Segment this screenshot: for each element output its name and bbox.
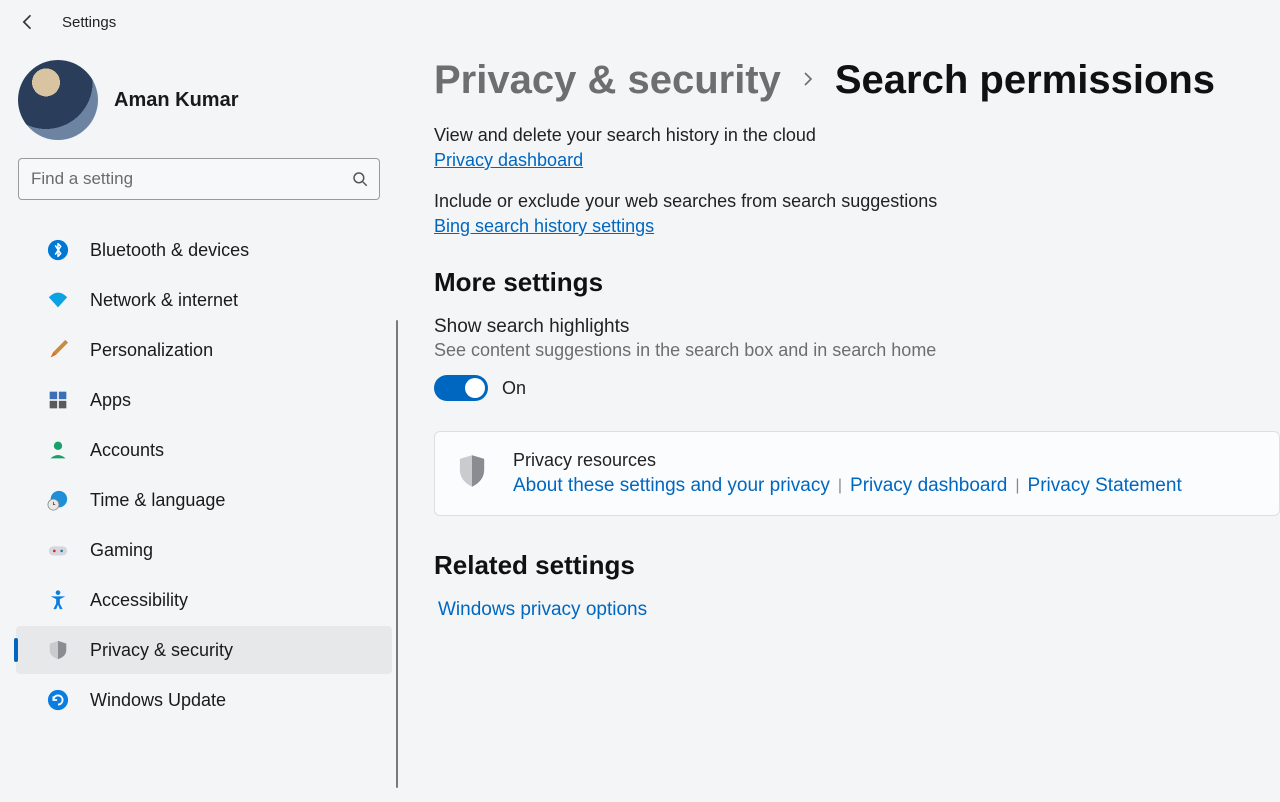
separator: | (838, 477, 842, 495)
accessibility-icon (46, 588, 70, 612)
sidebar-item-apps[interactable]: Apps (16, 376, 392, 424)
highlights-title: Show search highlights (434, 316, 1280, 338)
sidebar-item-label: Privacy & security (90, 640, 233, 661)
app-title: Settings (62, 14, 116, 31)
toggle-knob (465, 378, 485, 398)
person-icon (46, 438, 70, 462)
privacy-statement-link[interactable]: Privacy Statement (1028, 475, 1182, 497)
sidebar-item-label: Windows Update (90, 690, 226, 711)
sidebar-item-accessibility[interactable]: Accessibility (16, 576, 392, 624)
sidebar-item-time-language[interactable]: Time & language (16, 476, 392, 524)
wifi-icon (46, 288, 70, 312)
bluetooth-icon (46, 238, 70, 262)
resources-title: Privacy resources (513, 450, 1182, 471)
bing-history-link[interactable]: Bing search history settings (434, 216, 654, 237)
shield-icon (46, 638, 70, 662)
globe-clock-icon (46, 488, 70, 512)
sidebar-item-label: Personalization (90, 340, 213, 361)
refresh-icon (46, 688, 70, 712)
more-settings-heading: More settings (434, 267, 1280, 298)
sidebar-item-gaming[interactable]: Gaming (16, 526, 392, 574)
sidebar-item-bluetooth[interactable]: Bluetooth & devices (16, 226, 392, 274)
sidebar-item-accounts[interactable]: Accounts (16, 426, 392, 474)
sidebar-item-windows-update[interactable]: Windows Update (16, 676, 392, 724)
chevron-right-icon (799, 67, 817, 95)
gamepad-icon (46, 538, 70, 562)
privacy-resources-card: Privacy resources About these settings a… (434, 431, 1280, 516)
bing-description: Include or exclude your web searches fro… (434, 191, 1280, 212)
sidebar-item-label: Accessibility (90, 590, 188, 611)
sidebar: Aman Kumar Bluetooth & devices N (0, 40, 398, 798)
highlights-toggle[interactable] (434, 375, 488, 401)
search-icon (351, 170, 369, 188)
username: Aman Kumar (114, 89, 238, 112)
breadcrumb-parent[interactable]: Privacy & security (434, 58, 781, 103)
avatar (18, 60, 98, 140)
sidebar-item-label: Gaming (90, 540, 153, 561)
back-button[interactable] (18, 12, 38, 32)
sidebar-item-label: Accounts (90, 440, 164, 461)
sidebar-item-network[interactable]: Network & internet (16, 276, 392, 324)
sidebar-nav: Bluetooth & devices Network & internet P… (0, 218, 398, 724)
about-settings-link[interactable]: About these settings and your privacy (513, 475, 830, 497)
profile[interactable]: Aman Kumar (0, 54, 398, 158)
sidebar-item-label: Bluetooth & devices (90, 240, 249, 261)
search-box[interactable] (18, 158, 380, 200)
search-input[interactable] (31, 169, 351, 189)
related-settings-heading: Related settings (434, 550, 1280, 581)
sidebar-item-label: Network & internet (90, 290, 238, 311)
sidebar-item-label: Apps (90, 390, 131, 411)
privacy-dashboard-link-2[interactable]: Privacy dashboard (850, 475, 1007, 497)
windows-privacy-options-link[interactable]: Windows privacy options (438, 599, 647, 620)
privacy-dashboard-link[interactable]: Privacy dashboard (434, 150, 583, 171)
highlights-subtitle: See content suggestions in the search bo… (434, 340, 1280, 361)
sidebar-item-personalization[interactable]: Personalization (16, 326, 392, 374)
sidebar-item-label: Time & language (90, 490, 225, 511)
breadcrumb: Privacy & security Search permissions (434, 58, 1280, 103)
apps-icon (46, 388, 70, 412)
shield-icon (457, 454, 487, 488)
sidebar-scrollbar[interactable] (396, 320, 398, 788)
toggle-state-label: On (502, 378, 526, 399)
main-content: Privacy & security Search permissions Vi… (398, 40, 1280, 798)
history-description: View and delete your search history in t… (434, 125, 1280, 146)
separator: | (1015, 477, 1019, 495)
breadcrumb-current: Search permissions (835, 58, 1215, 103)
sidebar-item-privacy[interactable]: Privacy & security (16, 626, 392, 674)
paintbrush-icon (46, 338, 70, 362)
